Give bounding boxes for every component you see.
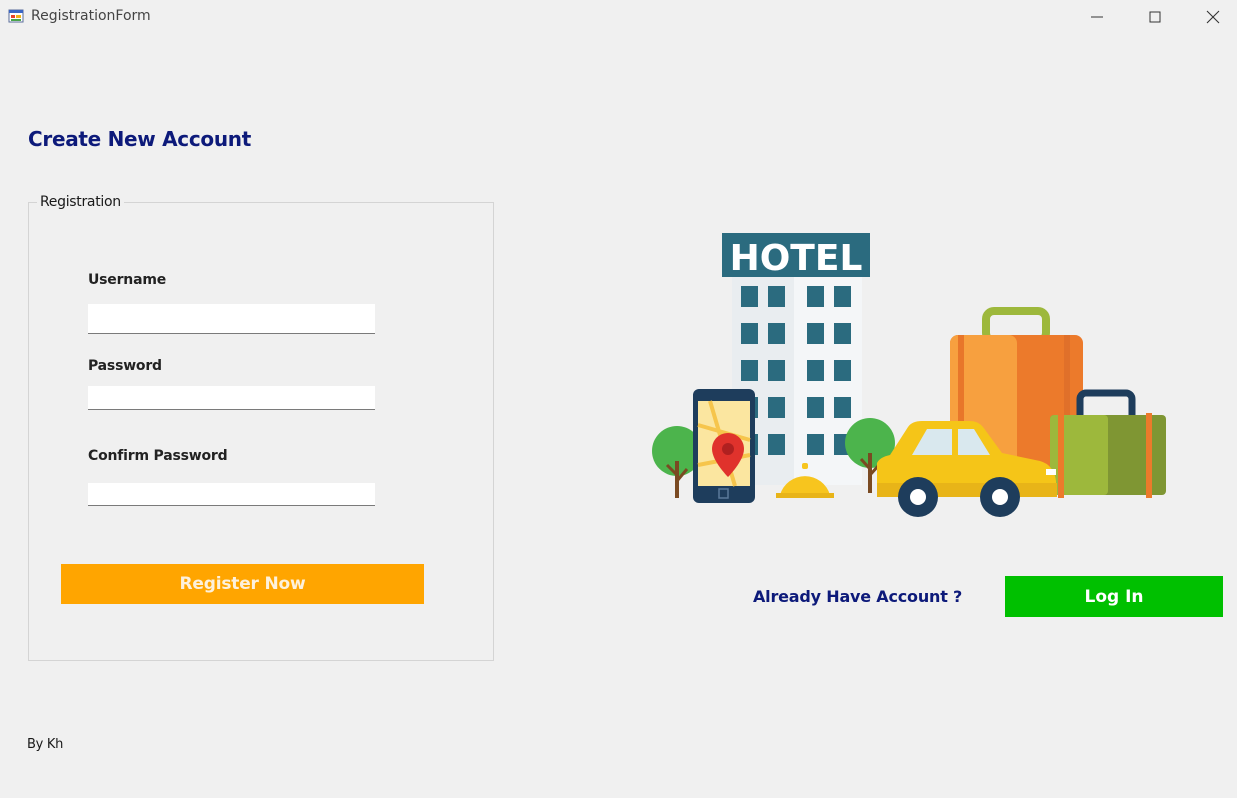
close-button[interactable]: [1184, 0, 1237, 34]
login-button[interactable]: Log In: [1005, 576, 1223, 617]
maximize-button[interactable]: [1126, 0, 1184, 34]
maximize-icon: [1149, 11, 1161, 23]
title-bar: RegistrationForm: [0, 0, 1237, 34]
window-title: RegistrationForm: [31, 8, 151, 24]
password-input[interactable]: [88, 386, 375, 410]
register-button[interactable]: Register Now: [61, 564, 424, 604]
page-title: Create New Account: [28, 127, 251, 151]
username-input[interactable]: [88, 304, 375, 334]
footer-credit: By Kh: [27, 737, 64, 752]
phone-map: [693, 389, 755, 503]
confirm-password-label: Confirm Password: [88, 448, 228, 464]
minimize-button[interactable]: [1068, 0, 1126, 34]
username-label: Username: [88, 272, 166, 288]
password-label: Password: [88, 358, 162, 374]
already-have-account-text: Already Have Account ?: [753, 587, 963, 606]
registration-group-label: Registration: [37, 194, 124, 210]
confirm-password-input[interactable]: [88, 483, 375, 506]
hotel-sign-text: HOTEL: [730, 238, 863, 279]
form-app-icon: [8, 9, 24, 23]
close-icon: [1206, 10, 1220, 24]
hotel-travel-illustration: HOTEL: [652, 233, 1166, 517]
minimize-icon: [1091, 16, 1103, 18]
